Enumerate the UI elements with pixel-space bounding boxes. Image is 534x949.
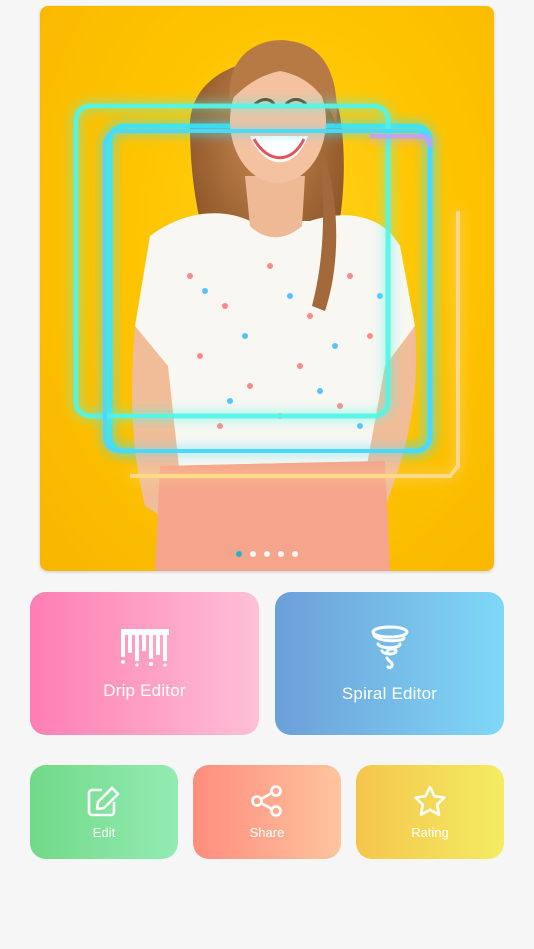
home-screen: Drip Editor Spiral Editor Edit Share Rat… bbox=[0, 0, 534, 949]
carousel-dot-5[interactable] bbox=[292, 551, 298, 557]
drip-editor-label: Drip Editor bbox=[103, 680, 186, 700]
banner-carousel[interactable] bbox=[40, 6, 494, 571]
rating-label: Rating bbox=[411, 824, 449, 840]
edit-label: Edit bbox=[92, 824, 116, 840]
carousel-dot-3[interactable] bbox=[264, 551, 270, 557]
spiral-editor-button[interactable]: Spiral Editor bbox=[275, 592, 504, 735]
carousel-dot-1[interactable] bbox=[236, 551, 242, 557]
edit-button[interactable]: Edit bbox=[30, 765, 178, 859]
share-button[interactable]: Share bbox=[193, 765, 341, 859]
banner-image bbox=[73, 40, 460, 571]
star-icon bbox=[413, 785, 447, 817]
spiral-editor-label: Spiral Editor bbox=[341, 683, 438, 703]
carousel-dot-4[interactable] bbox=[278, 551, 284, 557]
carousel-indicator bbox=[40, 551, 494, 557]
share-label: Share bbox=[249, 824, 285, 840]
drip-editor-button[interactable]: Drip Editor bbox=[30, 592, 259, 735]
edit-icon bbox=[87, 785, 121, 817]
spiral-icon bbox=[368, 624, 412, 670]
rating-button[interactable]: Rating bbox=[356, 765, 504, 859]
share-icon bbox=[250, 784, 284, 817]
drip-icon bbox=[119, 627, 171, 667]
carousel-dot-2[interactable] bbox=[250, 551, 256, 557]
